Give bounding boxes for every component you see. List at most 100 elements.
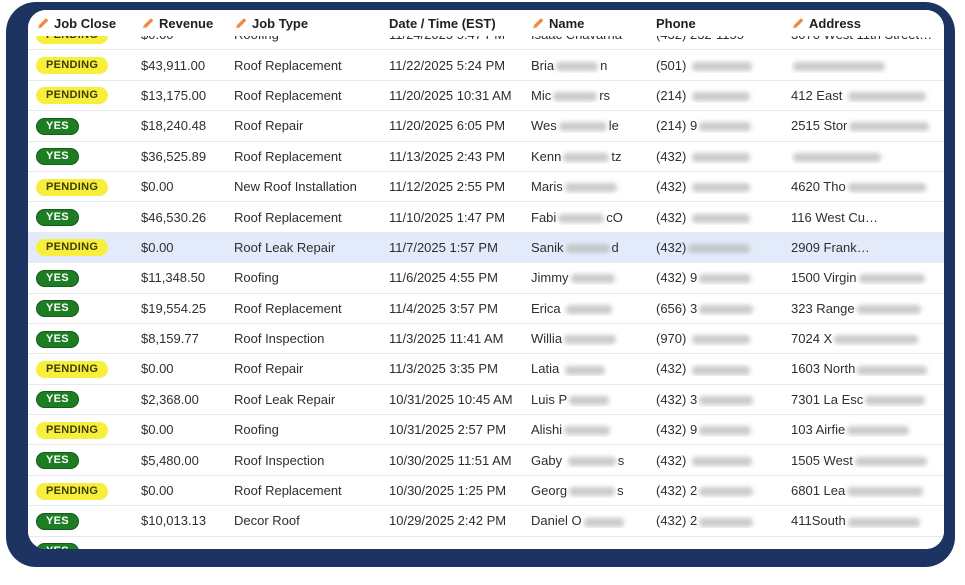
address-cell[interactable]: 1603 North [791,361,944,376]
datetime-cell[interactable]: 11/4/2025 3:57 PM [389,301,531,316]
table-row[interactable]: YES $8,159.77 Roof Inspection 11/3/2025 11:… [28,323,944,355]
job-close-cell[interactable]: YES [36,512,141,530]
revenue-cell[interactable]: $19,554.25 [141,301,234,316]
address-cell[interactable]: 4620 Tho [791,179,944,194]
table-row[interactable]: PENDING $0.00 Roof Repair 11/3/2025 3:35 PM… [28,354,944,385]
phone-cell[interactable]: (432) 3 [656,392,791,407]
job-close-cell[interactable]: YES [36,299,141,318]
address-cell[interactable]: 103 Airfie [791,422,944,437]
table-row[interactable]: PENDING $13,175.00 Roof Replacement 11/20/2… [28,80,944,112]
name-cell[interactable]: Bria n [531,58,656,73]
revenue-cell[interactable]: $0.00 [141,240,234,255]
table-row[interactable]: PENDING $0.00 New Roof Installation 11/12/2… [28,171,944,203]
name-cell[interactable]: Isaac Chavarria [531,36,656,42]
name-cell[interactable]: Fabi cO [531,210,656,225]
phone-cell[interactable]: (432) 9 [656,270,791,285]
name-cell[interactable]: Jimmy [531,270,656,285]
job-close-cell[interactable]: PENDING [36,86,141,105]
address-cell[interactable] [791,149,944,164]
name-cell[interactable]: Alishi [531,422,656,437]
job-type-cell[interactable]: Roofing [234,270,389,285]
job-type-cell[interactable]: Roof Replacement [234,301,389,316]
revenue-cell[interactable]: $46,530.26 [141,210,234,225]
phone-cell[interactable]: (432) 232-1155 [656,36,791,42]
revenue-cell[interactable]: $0.00 [141,422,234,437]
address-cell[interactable]: 411South [791,513,944,528]
job-close-cell[interactable]: YES [36,542,141,549]
address-cell[interactable]: 2909 Frank [791,240,944,255]
revenue-cell[interactable]: $0.00 [141,361,234,376]
address-cell[interactable]: 6801 Lea [791,483,944,498]
phone-cell[interactable]: (432) 2 [656,513,791,528]
job-type-cell[interactable]: Roof Inspection [234,331,389,346]
job-close-cell[interactable]: YES [36,269,141,287]
job-close-cell[interactable]: YES [36,147,141,166]
job-type-cell[interactable]: Roofing [234,422,389,437]
address-cell[interactable] [791,58,944,73]
name-cell[interactable]: Kenn tz [531,149,656,164]
name-cell[interactable]: Luis P [531,392,656,407]
datetime-cell[interactable]: 10/30/2025 1:25 PM [389,483,531,498]
job-type-cell[interactable]: Roof Leak Repair [234,240,389,255]
column-header-phone[interactable]: Phone [656,16,791,31]
table-row[interactable]: PENDING $0.00 Roof Replacement 10/30/2025 1… [28,475,944,507]
datetime-cell[interactable]: 11/20/2025 6:05 PM [389,118,531,133]
datetime-cell[interactable]: 11/3/2025 3:35 PM [389,361,531,376]
phone-cell[interactable]: (432) 9 [656,422,791,437]
table-row[interactable]: YES $36,525.89 Roof Replacement 11/13/2025 … [28,141,944,172]
table-row[interactable]: YES $5,480.00 Roof Inspection 10/30/2025 11… [28,445,944,476]
revenue-cell[interactable]: $11,348.50 [141,270,234,285]
phone-cell[interactable]: (432) 2 [656,483,791,498]
name-cell[interactable]: Mic rs [531,88,656,103]
table-row[interactable]: YES $46,530.26 Roof Replacement 11/10/2025 … [28,202,944,233]
name-cell[interactable]: Latia [531,361,656,376]
job-close-cell[interactable]: PENDING [36,178,141,196]
column-header-revenue[interactable]: Revenue [141,16,234,31]
datetime-cell[interactable]: 11/6/2025 4:55 PM [389,270,531,285]
column-header-job-type[interactable]: Job Type [234,16,389,31]
job-close-cell[interactable]: PENDING [36,56,141,75]
name-cell[interactable]: Georg s [531,483,656,498]
job-type-cell[interactable]: New Roof Installation [234,179,389,194]
job-type-cell[interactable]: Roofing [234,36,389,42]
column-header-job-close[interactable]: Job Close [36,16,141,31]
revenue-cell[interactable]: $5,480.00 [141,453,234,468]
name-cell[interactable]: Daniel O [531,513,656,528]
revenue-cell[interactable]: $8,159.77 [141,331,234,346]
table-row[interactable]: PENDING $0.00 Roof Leak Repair 11/7/2025 1:… [28,232,944,264]
job-close-cell[interactable]: YES [36,208,141,227]
job-type-cell[interactable]: Roof Repair [234,118,389,133]
address-cell[interactable]: 2515 Stor [791,118,944,133]
name-cell[interactable]: Wes le [531,118,656,133]
table-row[interactable]: YES $18,240.48 Roof Repair 11/20/2025 6:05 … [28,111,944,142]
column-header-date-time-est[interactable]: Date / Time (EST) [389,16,531,31]
column-header-address[interactable]: Address [791,16,944,31]
job-close-cell[interactable]: PENDING [36,421,141,439]
table-row[interactable]: PENDING $0.00 Roofing 10/31/2025 2:57 PM Ali… [28,415,944,446]
job-close-cell[interactable]: YES [36,451,141,470]
phone-cell[interactable]: (432) [656,210,791,225]
phone-cell[interactable]: (656) 3 [656,301,791,316]
name-cell[interactable]: Sanik d [531,240,656,255]
datetime-cell[interactable]: 11/13/2025 2:43 PM [389,149,531,164]
table-row[interactable]: YES $11,348.50 Roofing 11/6/2025 4:55 PM Jim… [28,263,944,294]
datetime-cell[interactable]: 10/29/2025 2:42 PM [389,513,531,528]
column-header-name[interactable]: Name [531,16,656,31]
job-close-cell[interactable]: PENDING [36,482,141,500]
revenue-cell[interactable]: $0.00 [141,36,234,42]
job-type-cell[interactable]: Roof Replacement [234,483,389,498]
job-close-cell[interactable]: YES [36,117,141,135]
address-cell[interactable]: 7301 La Esc [791,392,944,407]
job-type-cell[interactable]: Roof Inspection [234,453,389,468]
address-cell[interactable]: 3070 West 11th Street, … [791,36,944,42]
revenue-cell[interactable]: $36,525.89 [141,149,234,164]
job-close-cell[interactable]: YES [36,330,141,348]
phone-cell[interactable]: (432) [656,361,791,376]
datetime-cell[interactable]: 10/31/2025 2:57 PM [389,422,531,437]
datetime-cell[interactable]: 11/10/2025 1:47 PM [389,210,531,225]
datetime-cell[interactable]: 11/12/2025 2:55 PM [389,179,531,194]
phone-cell[interactable]: (214) [656,88,791,103]
phone-cell[interactable]: (432) [656,240,791,255]
job-close-cell[interactable]: PENDING [36,36,141,44]
revenue-cell[interactable]: $0.00 [141,483,234,498]
